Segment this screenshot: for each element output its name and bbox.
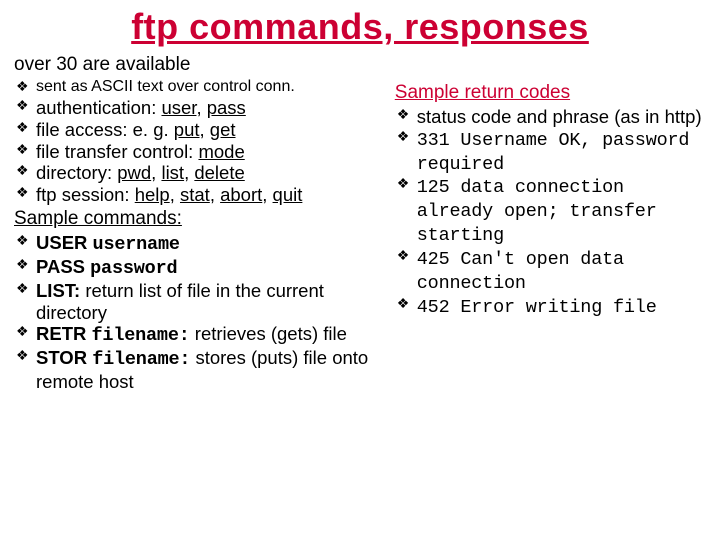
list-item: PASS password [14, 256, 385, 280]
list-item: authentication: user, pass [14, 97, 385, 119]
list-item: 331 Username OK, password required [395, 128, 710, 176]
list-item: status code and phrase (as in http) [395, 106, 710, 128]
columns: sent as ASCII text over control conn.aut… [10, 78, 710, 393]
list-item: 125 data connection already open; transf… [395, 175, 710, 246]
list-item: 425 Can't open data connection [395, 247, 710, 295]
return-codes-list: status code and phrase (as in http)331 U… [391, 106, 710, 318]
list-item: ftp session: help, stat, abort, quit [14, 184, 385, 206]
slide-subtitle: over 30 are available [14, 54, 710, 76]
list-item: RETR filename: retrieves (gets) file [14, 323, 385, 347]
list-item: LIST: return list of file in the current… [14, 280, 385, 324]
list-item: USER username [14, 232, 385, 256]
list-item: directory: pwd, list, delete [14, 162, 385, 184]
list-item: STOR filename: stores (puts) file onto r… [14, 347, 385, 393]
slide: ftp commands, responses over 30 are avai… [0, 0, 720, 403]
sample-commands-heading: Sample commands: [14, 208, 385, 230]
right-column: Sample return codes status code and phra… [391, 78, 710, 318]
list-item: file transfer control: mode [14, 141, 385, 163]
sample-return-codes-heading: Sample return codes [395, 82, 710, 104]
slide-title: ftp commands, responses [10, 6, 710, 48]
list-item: sent as ASCII text over control conn. [14, 78, 385, 97]
sample-commands-list: USER usernamePASS passwordLIST: return l… [10, 232, 385, 393]
list-item: file access: e. g. put, get [14, 119, 385, 141]
left-column: sent as ASCII text over control conn.aut… [10, 78, 391, 393]
left-bullet-list: sent as ASCII text over control conn.aut… [10, 78, 385, 206]
list-item: 452 Error writing file [395, 295, 710, 319]
